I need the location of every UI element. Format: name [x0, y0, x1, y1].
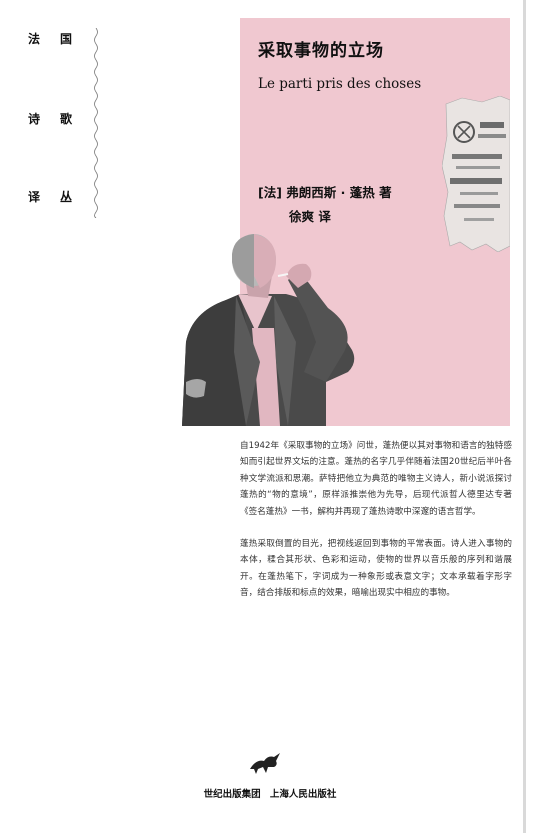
author-line: [法] 弗朗西斯 · 蓬热 著	[258, 185, 392, 200]
publisher-group: 世纪出版集团	[203, 789, 261, 800]
description-paragraph: 自1942年《采取事物的立场》问世，蓬热便以其对事物和语言的独特感知而引起世界文…	[240, 441, 512, 517]
publisher-line: 世纪出版集团 上海人民出版社	[0, 786, 540, 800]
description-paragraph: 蓬热采取倒置的目光，把视线返回到事物的平常表面。诗人进入事物的本体，糅合其形状、…	[240, 539, 512, 599]
publisher-house: 上海人民出版社	[269, 789, 337, 800]
spine-rule	[523, 0, 526, 833]
series-row: 诗 歌	[28, 110, 72, 127]
author-portrait-image	[182, 234, 355, 426]
series-char: 法	[28, 32, 41, 46]
publisher-logo-icon	[250, 753, 280, 774]
book-title: 采取事物的立场	[258, 41, 384, 61]
translator-line: 徐爽 译	[289, 209, 331, 224]
series-row: 译 丛	[28, 188, 72, 205]
book-title-original: Le parti pris des choses	[258, 76, 422, 92]
series-char: 译	[28, 190, 41, 204]
description: 自1942年《采取事物的立场》问世，蓬热便以其对事物和语言的独特感知而引起世界文…	[240, 438, 512, 618]
series-char: 国	[59, 32, 72, 46]
series-row: 法 国	[28, 30, 72, 47]
wavy-divider	[94, 28, 98, 218]
torn-poster-image	[442, 96, 510, 252]
series-char: 丛	[59, 190, 72, 204]
series-char: 歌	[59, 112, 72, 126]
series-char: 诗	[28, 112, 41, 126]
